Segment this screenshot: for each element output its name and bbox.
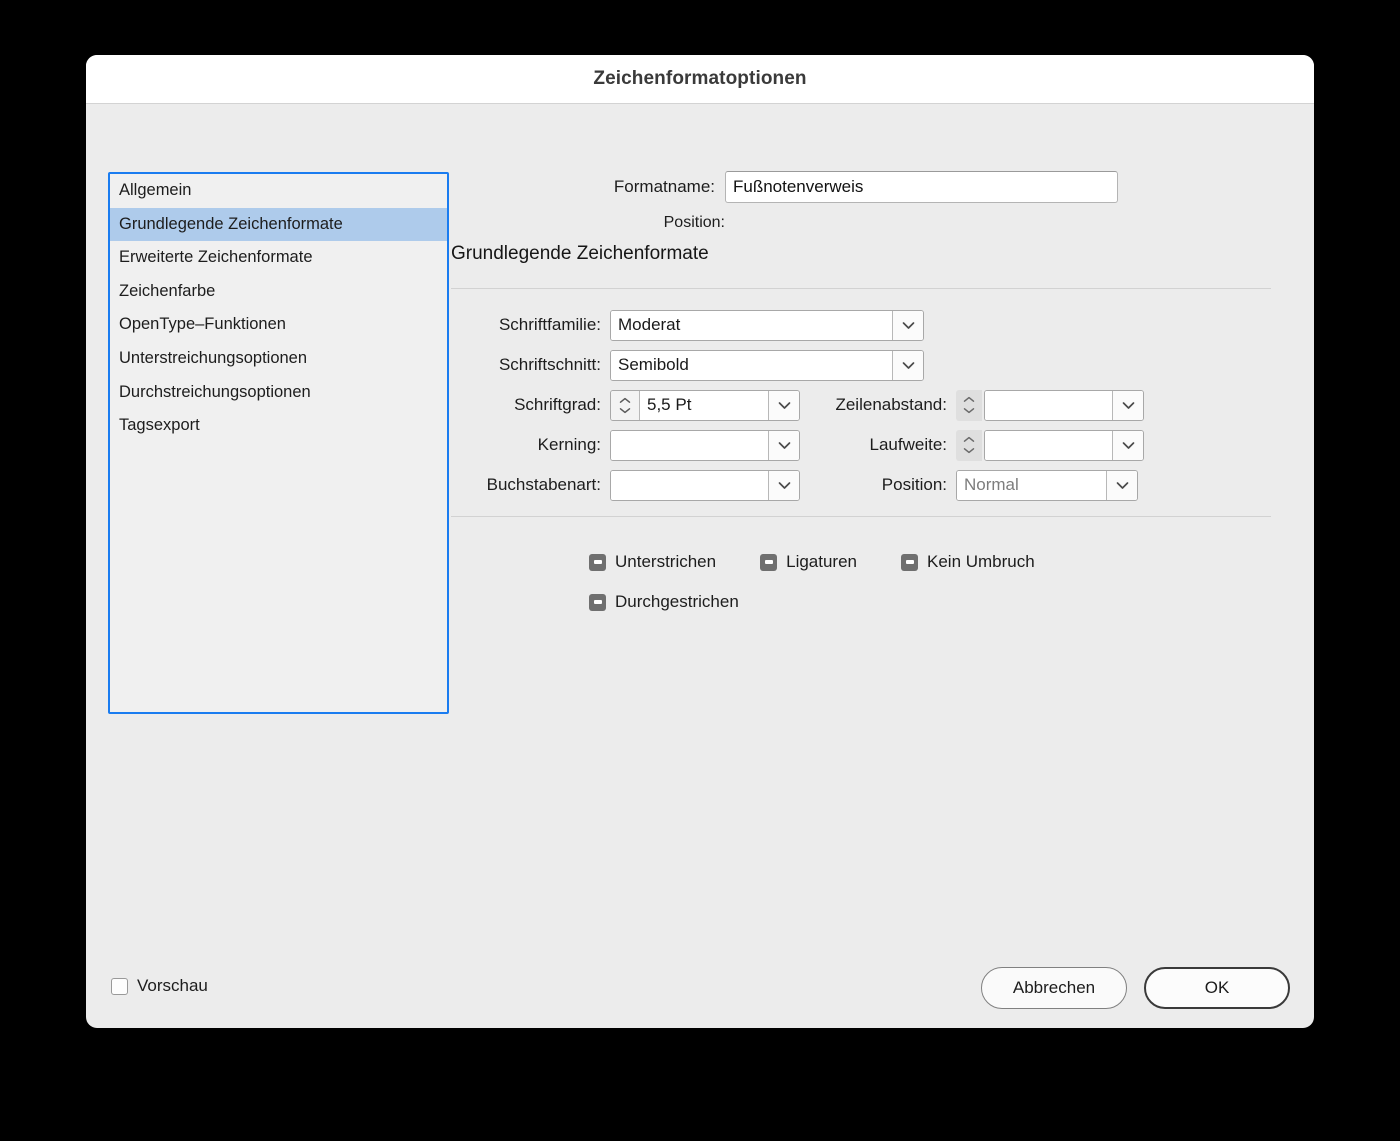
schriftfamilie-label: Schriftfamilie: — [498, 315, 601, 334]
chevron-down-icon[interactable] — [768, 430, 799, 460]
dialog-titlebar: Zeichenformatoptionen — [86, 55, 1314, 104]
position-value: Normal — [957, 470, 1106, 500]
dialog-body: Allgemein Grundlegende Zeichenformate Er… — [86, 104, 1314, 1028]
cancel-button[interactable]: Abbrechen — [981, 967, 1127, 1009]
sidebar-item-unterstreichungsoptionen[interactable]: Unterstreichungsoptionen — [110, 342, 447, 376]
checkbox-unterstrichen-label: Unterstrichen — [615, 552, 717, 571]
schriftgrad-combobox[interactable]: 5,5 Pt — [610, 389, 800, 421]
checkbox-mixed-icon — [760, 553, 778, 571]
category-list[interactable]: Allgemein Grundlegende Zeichenformate Er… — [108, 172, 449, 714]
row-schriftfamilie: Schriftfamilie: Moderat — [449, 305, 1279, 345]
formatname-label: Formatname: — [613, 177, 715, 196]
checkbox-vorschau[interactable]: Vorschau — [111, 976, 208, 996]
chevron-down-icon[interactable] — [1112, 430, 1143, 460]
laufweite-label: Laufweite: — [869, 435, 948, 454]
dialog-title: Zeichenformatoptionen — [593, 68, 807, 89]
buchstabenart-combobox[interactable] — [610, 469, 800, 501]
sidebar-item-zeichenfarbe[interactable]: Zeichenfarbe — [110, 275, 447, 309]
checkbox-empty-icon — [111, 977, 128, 995]
position-label: Position: — [881, 475, 947, 494]
zeilenabstand-value — [985, 390, 1112, 420]
schriftgrad-stepper[interactable] — [611, 390, 640, 420]
checkbox-ligaturen-label: Ligaturen — [786, 552, 857, 571]
schriftfamilie-value: Moderat — [611, 310, 892, 340]
formatname-input[interactable] — [725, 171, 1118, 203]
formatname-row: Formatname: — [449, 171, 1289, 203]
chevron-down-icon[interactable] — [768, 390, 799, 420]
schriftgrad-label: Schriftgrad: — [514, 395, 601, 414]
zeilenabstand-combobox[interactable] — [984, 389, 1144, 421]
sidebar-item-grundlegende-zeichenformate[interactable]: Grundlegende Zeichenformate — [110, 207, 447, 242]
row-kerning-laufweite: Kerning: Laufweite: — [449, 425, 1279, 465]
toggle-row-2: Durchgestrichen — [449, 582, 1279, 622]
field-grid: Schriftfamilie: Moderat Schriftschnitt: … — [449, 305, 1279, 505]
position-header-label: Position: — [663, 214, 725, 231]
checkbox-mixed-icon — [901, 553, 918, 571]
checkbox-kein-umbruch[interactable]: Kein Umbruch — [901, 552, 1035, 572]
schriftschnitt-value: Semibold — [611, 350, 892, 380]
checkbox-durchgestrichen-label: Durchgestrichen — [615, 592, 739, 611]
chevron-down-icon[interactable] — [1112, 390, 1143, 420]
row-schriftschnitt: Schriftschnitt: Semibold — [449, 345, 1279, 385]
checkbox-mixed-icon — [589, 593, 606, 611]
schriftfamilie-combobox[interactable]: Moderat — [610, 309, 924, 341]
chevron-down-icon[interactable] — [768, 470, 799, 500]
dialog-footer: Vorschau Abbrechen OK — [86, 936, 1314, 1028]
kerning-label: Kerning: — [537, 435, 601, 454]
sidebar-item-opentype-funktionen[interactable]: OpenType–Funktionen — [110, 308, 447, 342]
options-pane: Formatname: Position: Grundlegende Zeich… — [449, 104, 1314, 1028]
buchstabenart-label: Buchstabenart: — [486, 475, 601, 494]
chevron-down-icon[interactable] — [892, 310, 923, 340]
sidebar-item-tagsexport[interactable]: Tagsexport — [110, 409, 447, 443]
laufweite-value — [985, 430, 1112, 460]
chevron-down-icon[interactable] — [892, 350, 923, 380]
schriftschnitt-combobox[interactable]: Semibold — [610, 349, 924, 381]
laufweite-combobox[interactable] — [984, 429, 1144, 461]
divider-bottom — [451, 516, 1271, 517]
zeilenabstand-stepper[interactable] — [956, 389, 982, 421]
sidebar-item-erweiterte-zeichenformate[interactable]: Erweiterte Zeichenformate — [110, 241, 447, 275]
style-toggles: Unterstrichen Ligaturen Kein Umbruch Dur… — [449, 542, 1279, 622]
checkbox-ligaturen[interactable]: Ligaturen — [760, 552, 857, 572]
divider-top — [451, 288, 1271, 289]
checkbox-unterstrichen[interactable]: Unterstrichen — [589, 552, 716, 572]
section-title: Grundlegende Zeichenformate — [451, 243, 709, 264]
toggle-row-1: Unterstrichen Ligaturen Kein Umbruch — [449, 542, 1279, 582]
footer-buttons: Abbrechen OK — [981, 967, 1290, 1009]
schriftschnitt-label: Schriftschnitt: — [498, 355, 601, 374]
kerning-value — [611, 430, 768, 460]
zeilenabstand-label: Zeilenabstand: — [835, 395, 947, 414]
sidebar-item-allgemein[interactable]: Allgemein — [110, 174, 447, 208]
chevron-down-icon[interactable] — [1106, 470, 1137, 500]
checkbox-mixed-icon — [589, 553, 606, 571]
sidebar-item-durchstreichungsoptionen[interactable]: Durchstreichungsoptionen — [110, 376, 447, 410]
row-schriftgrad-zeilenabstand: Schriftgrad: 5,5 Pt Zeilenabstand: — [449, 385, 1279, 425]
ok-button[interactable]: OK — [1144, 967, 1290, 1009]
buchstabenart-value — [611, 470, 768, 500]
kerning-combobox[interactable] — [610, 429, 800, 461]
character-style-options-dialog: Zeichenformatoptionen Allgemein Grundleg… — [86, 55, 1314, 1028]
position-combobox[interactable]: Normal — [956, 469, 1138, 501]
laufweite-stepper[interactable] — [956, 429, 982, 461]
checkbox-vorschau-label: Vorschau — [137, 976, 208, 995]
schriftgrad-value: 5,5 Pt — [640, 390, 768, 420]
checkbox-kein-umbruch-label: Kein Umbruch — [927, 552, 1035, 571]
checkbox-durchgestrichen[interactable]: Durchgestrichen — [589, 592, 739, 612]
row-buchstabenart-position: Buchstabenart: Position: Normal — [449, 465, 1279, 505]
